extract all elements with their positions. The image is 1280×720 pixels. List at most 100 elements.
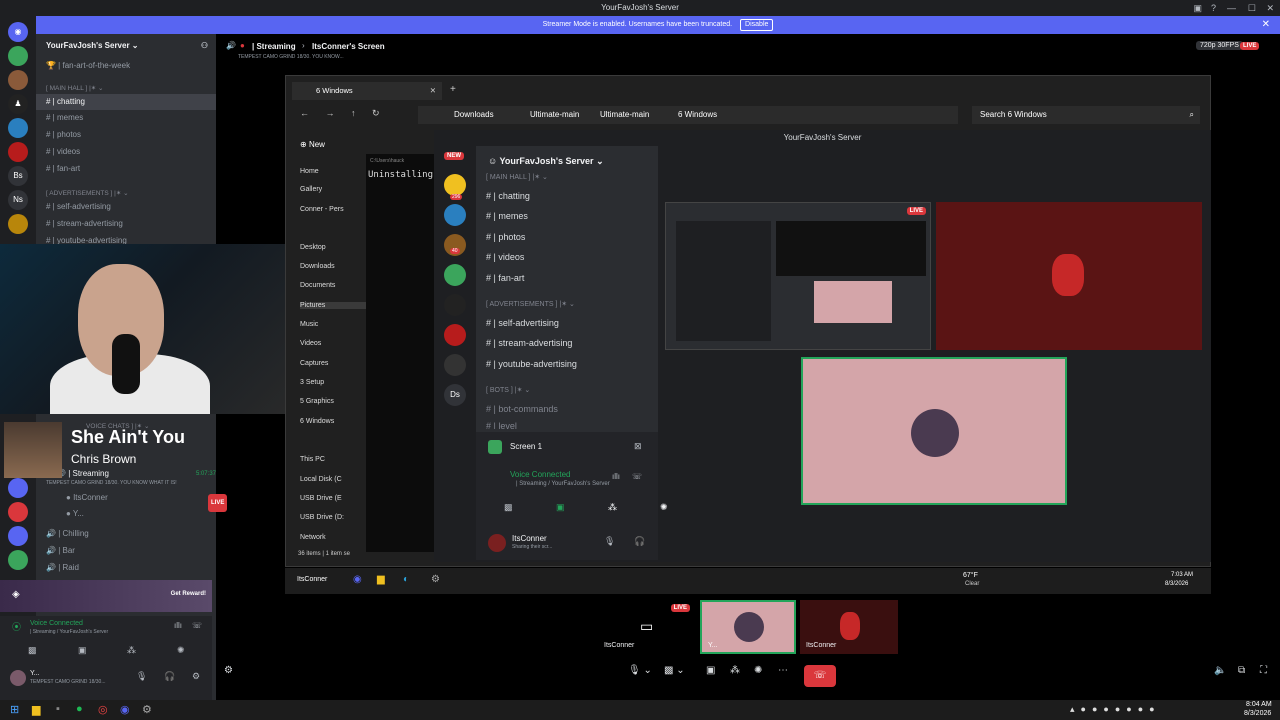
server-icon[interactable]: [444, 324, 466, 346]
screen-share-button[interactable]: ▣: [706, 665, 722, 687]
address-bar[interactable]: Downloads Ultimate-main Ultimate-main 6 …: [418, 106, 958, 124]
nav-5-graphics[interactable]: 5 Graphics: [300, 398, 366, 405]
stream-tile-screen[interactable]: LIVE: [665, 202, 931, 350]
leave-call-button[interactable]: ☏: [804, 665, 836, 687]
popout-icon[interactable]: ⧉: [1238, 665, 1252, 687]
spotify-icon[interactable]: ●: [76, 703, 83, 715]
settings-icon[interactable]: ⚙: [431, 574, 440, 585]
stream-tile-itsconner[interactable]: [936, 202, 1202, 350]
user-settings-icon[interactable]: ⚙: [224, 665, 238, 687]
get-reward-button[interactable]: Get Reward!: [171, 591, 206, 597]
nav-captures[interactable]: Captures: [300, 360, 366, 367]
nav-home[interactable]: Home: [300, 168, 366, 175]
participant-tile-screen[interactable]: ▭ LIVE ItsConner: [598, 600, 696, 654]
server-icon[interactable]: [444, 354, 466, 376]
server-icon[interactable]: [8, 142, 28, 162]
nav-6-windows[interactable]: 6 Windows: [300, 418, 366, 425]
screen-share-icon[interactable]: ▣: [78, 645, 87, 656]
server-icon[interactable]: [444, 264, 466, 286]
voice-user-y[interactable]: ● Y...: [56, 506, 236, 522]
voice-user-itsconner[interactable]: ● ItsConner LIVE: [56, 490, 236, 512]
category-main-hall[interactable]: [ MAIN HALL ] |✶ ⌄: [36, 84, 216, 92]
close-preview-icon[interactable]: ⊠: [634, 441, 642, 452]
server-icon[interactable]: [8, 550, 28, 570]
activities-icon[interactable]: ⁂: [127, 645, 136, 656]
maximize-button[interactable]: ☐: [1248, 0, 1256, 16]
screen-share-icon[interactable]: ▣: [556, 502, 565, 513]
clock-time[interactable]: 8:04 AM: [1246, 701, 1272, 708]
server-icon[interactable]: Ds: [444, 384, 466, 406]
edge-icon[interactable]: ◐: [403, 574, 409, 585]
nav-gallery[interactable]: Gallery: [300, 186, 366, 193]
server-icon[interactable]: [8, 502, 28, 522]
voice-channel-bar[interactable]: 🔊 | Bar: [36, 543, 216, 559]
camera-icon[interactable]: ▩: [504, 502, 513, 513]
server-icon[interactable]: [8, 118, 28, 138]
mic-icon[interactable]: 🎙: [604, 536, 615, 547]
explorer-search[interactable]: Search 6 Windows ⌕: [972, 106, 1200, 124]
folder-icon[interactable]: ▆: [32, 703, 40, 716]
settings-icon[interactable]: ⚙: [192, 671, 200, 682]
new-button[interactable]: ⊕ New: [300, 140, 325, 149]
nav-3-setup[interactable]: 3 Setup: [300, 379, 366, 386]
clock-date[interactable]: 8/3/2026: [1244, 710, 1271, 717]
tray-icons[interactable]: ▴●●●●●●●: [1070, 704, 1161, 715]
channel-photos[interactable]: # | photos: [36, 127, 216, 143]
volume-icon[interactable]: 🔈: [1214, 665, 1228, 687]
settings-icon[interactable]: ⚙: [142, 703, 152, 716]
noise-icon[interactable]: ıllı: [612, 472, 620, 481]
voice-channel-chilling[interactable]: 🔊 | Chilling: [36, 526, 216, 542]
server-icon[interactable]: [8, 526, 28, 546]
taskbar-app-itsconner[interactable]: ItsConner: [297, 576, 327, 583]
minimize-button[interactable]: —: [1227, 0, 1236, 16]
soundboard-button[interactable]: ✺: [754, 665, 770, 687]
screen-name[interactable]: ItsConner's Screen: [312, 42, 385, 51]
mic-toggle[interactable]: 🎙 ⌄: [628, 665, 664, 687]
camera-icon[interactable]: ▩: [28, 645, 37, 656]
explorer-tab[interactable]: 6 Windows ✕: [292, 82, 442, 100]
nav-usb-drive-d[interactable]: USB Drive (D:: [300, 514, 366, 521]
app-icon[interactable]: ▪: [56, 703, 60, 715]
server-icon[interactable]: [444, 204, 466, 226]
nav-videos[interactable]: Videos: [300, 340, 366, 347]
activities-icon[interactable]: ⁂: [608, 502, 617, 513]
server-icon[interactable]: Ns: [8, 190, 28, 210]
voice-channel-name[interactable]: | Streaming: [252, 42, 296, 51]
nav-local-disk[interactable]: Local Disk (C: [300, 476, 366, 483]
nav-pictures[interactable]: Pictures: [300, 302, 366, 309]
participant-tile-y[interactable]: Y...: [700, 600, 796, 654]
server-icon[interactable]: [444, 174, 466, 196]
nav-downloads[interactable]: Downloads: [300, 263, 366, 270]
disconnect-icon[interactable]: ☏: [192, 621, 202, 630]
server-icon[interactable]: [444, 294, 466, 316]
voice-connected-sub[interactable]: | Streaming / YourFavJosh's Server: [30, 629, 108, 635]
activities-button[interactable]: ⁂: [730, 665, 746, 687]
inner-voice-sub[interactable]: | Streaming / YourFavJosh's Server: [516, 481, 610, 487]
inner-server-name[interactable]: ☺ YourFavJosh's Server ⌄: [488, 156, 604, 167]
nav-documents[interactable]: Documents: [300, 282, 366, 289]
participant-tile-itsconner[interactable]: ItsConner: [800, 600, 898, 654]
channel-stream-advertising[interactable]: # | stream-advertising: [36, 216, 216, 232]
server-icon[interactable]: [8, 46, 28, 66]
channel-fan-art[interactable]: # | fan-art: [36, 161, 216, 177]
server-icon[interactable]: ♟: [8, 94, 28, 114]
close-button[interactable]: ✕: [1266, 0, 1274, 16]
start-icon[interactable]: ⊞: [10, 703, 19, 716]
channel-memes[interactable]: # | memes: [36, 110, 216, 126]
nav-network[interactable]: Network: [300, 534, 366, 541]
headset-icon[interactable]: 🎧: [164, 671, 175, 682]
stream-tile-y[interactable]: [801, 357, 1067, 505]
nav-arrows[interactable]: ← → ↑ ↻: [300, 108, 380, 119]
taskbar-date[interactable]: 8/3/2026: [1165, 581, 1188, 587]
soundboard-icon[interactable]: ✺: [660, 502, 668, 513]
avatar[interactable]: [10, 670, 26, 686]
channel-chatting[interactable]: # | chatting: [36, 94, 216, 110]
voice-channel-raid[interactable]: 🔊 | Raid: [36, 560, 216, 576]
close-icon[interactable]: ✕: [1262, 16, 1270, 34]
server-icon[interactable]: [8, 214, 28, 234]
channel-videos[interactable]: # | videos: [36, 144, 216, 160]
soundboard-icon[interactable]: ✺: [177, 645, 185, 656]
noise-icon[interactable]: ıllı: [174, 621, 182, 630]
server-icon[interactable]: [8, 478, 28, 498]
more-options-button[interactable]: ⋯: [778, 665, 794, 687]
